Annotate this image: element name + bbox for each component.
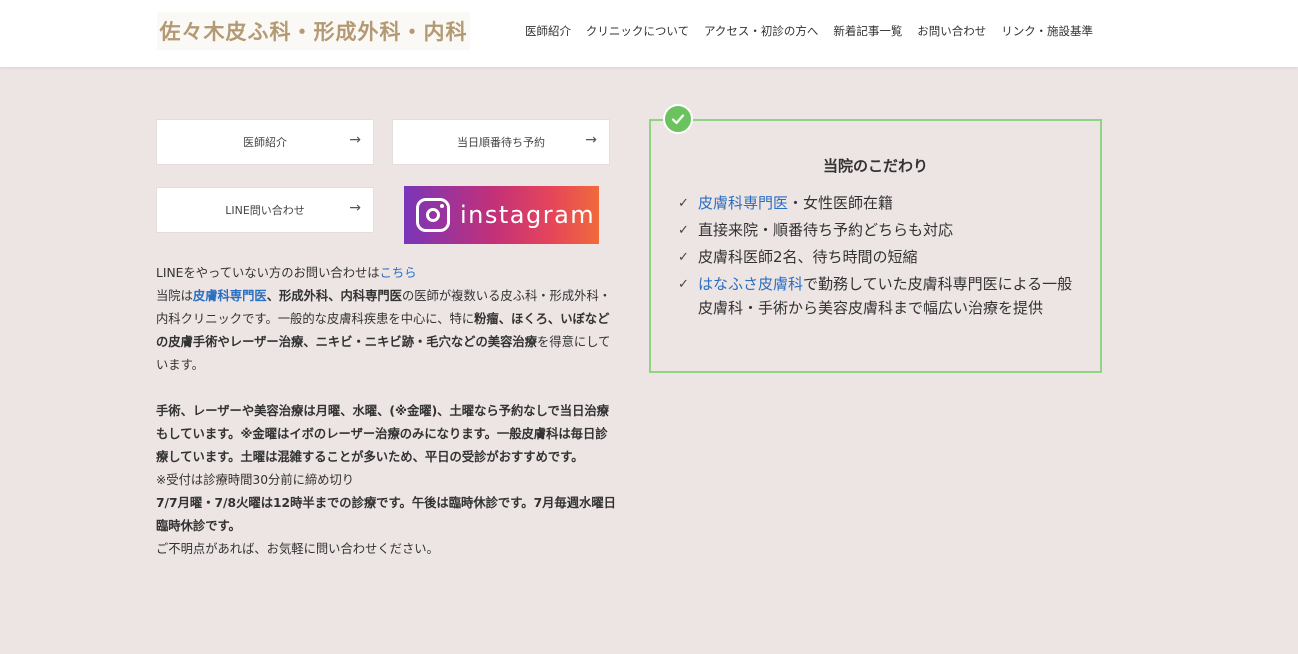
feature-text: 直接来院・順番待ち予約どちらも対応 bbox=[698, 221, 954, 239]
feature-item: ✓ はなふさ皮膚科で勤務していた皮膚科専門医による一般皮膚科・手術から美容皮膚科… bbox=[678, 272, 1078, 320]
arrow-right-icon: → bbox=[585, 132, 597, 148]
line-contact-label: LINE問い合わせ bbox=[225, 204, 305, 217]
line-note-text: LINEをやっていない方のお問い合わせは bbox=[156, 266, 380, 280]
site-header: 佐々木皮ふ科・形成外科・内科 医師紹介 クリニックについて アクセス・初診の方へ… bbox=[0, 0, 1298, 67]
nav-access[interactable]: アクセス・初診の方へ bbox=[704, 23, 818, 39]
intro-bold: 、形成外科、内科専門医 bbox=[266, 289, 402, 303]
feature-item: ✓ 皮膚科医師2名、待ち時間の短縮 bbox=[678, 245, 1078, 269]
arrow-right-icon: → bbox=[349, 132, 361, 148]
nav-new-articles[interactable]: 新着記事一覧 bbox=[833, 23, 902, 39]
nav-doctors[interactable]: 医師紹介 bbox=[525, 23, 571, 39]
instagram-banner[interactable]: instagram bbox=[404, 186, 599, 244]
clinic-description: LINEをやっていない方のお問い合わせはこちら 当院は皮膚科専門医、形成外科、内… bbox=[156, 262, 616, 561]
dermatology-specialist-link[interactable]: 皮膚科専門医 bbox=[193, 289, 267, 303]
nav-contact[interactable]: お問い合わせ bbox=[917, 23, 986, 39]
check-icon: ✓ bbox=[678, 250, 689, 265]
doctor-intro-label: 医師紹介 bbox=[243, 136, 287, 149]
line-contact-button[interactable]: LINE問い合わせ → bbox=[156, 187, 374, 233]
check-icon: ✓ bbox=[678, 196, 689, 211]
nav-about-clinic[interactable]: クリニックについて bbox=[586, 23, 689, 39]
nav-links[interactable]: リンク・施設基準 bbox=[1001, 23, 1093, 39]
check-icon: ✓ bbox=[678, 277, 689, 292]
arrow-right-icon: → bbox=[349, 200, 361, 216]
features-list: ✓ 皮膚科専門医・女性医師在籍 ✓ 直接来院・順番待ち予約どちらも対応 ✓ 皮膚… bbox=[678, 191, 1078, 323]
features-title: 当院のこだわり bbox=[822, 157, 928, 175]
holiday-notice: 7/7月曜・7/8火曜は12時半までの診療です。午後は臨時休診です。7月毎週水曜… bbox=[156, 492, 616, 538]
line-contact-link[interactable]: こちら bbox=[380, 266, 417, 280]
check-badge-icon bbox=[663, 104, 693, 134]
feature-text: ・女性医師在籍 bbox=[788, 194, 894, 212]
reception-note: ※受付は診療時間30分前に締め切り bbox=[156, 473, 355, 487]
clinic-logo[interactable]: 佐々木皮ふ科・形成外科・内科 bbox=[157, 12, 470, 50]
intro-text: 当院は bbox=[156, 289, 193, 303]
treatment-schedule: 手術、レーザーや美容治療は月曜、水曜、(※金曜)、土曜なら予約なしで当日治療もし… bbox=[156, 400, 616, 469]
holiday-notice-text: 7/7月曜・7/8火曜は12時半までの診療です。午後は臨時休診です。7月毎週水曜… bbox=[156, 496, 616, 533]
feature-link[interactable]: 皮膚科専門医 bbox=[698, 194, 788, 212]
feature-text: 皮膚科医師2名、待ち時間の短縮 bbox=[698, 248, 918, 266]
feature-item: ✓ 皮膚科専門医・女性医師在籍 bbox=[678, 191, 1078, 215]
treatment-schedule-text: 手術、レーザーや美容治療は月曜、水曜、(※金曜)、土曜なら予約なしで当日治療もし… bbox=[156, 404, 609, 464]
instagram-label: instagram bbox=[460, 201, 596, 229]
check-icon: ✓ bbox=[678, 223, 689, 238]
intro-paragraph: 当院は皮膚科専門医、形成外科、内科専門医の医師が複数いる皮ふ科・形成外科・内科ク… bbox=[156, 285, 616, 377]
doctor-intro-button[interactable]: 医師紹介 → bbox=[156, 119, 374, 165]
contact-invite: ご不明点があれば、お気軽に問い合わせください。 bbox=[156, 542, 439, 556]
reservation-button[interactable]: 当日順番待ち予約 → bbox=[392, 119, 610, 165]
reservation-label: 当日順番待ち予約 bbox=[457, 136, 545, 149]
feature-link[interactable]: はなふさ皮膚科 bbox=[698, 275, 803, 293]
line-note: LINEをやっていない方のお問い合わせはこちら bbox=[156, 262, 616, 285]
main-nav: 医師紹介 クリニックについて アクセス・初診の方へ 新着記事一覧 お問い合わせ … bbox=[525, 23, 1093, 39]
feature-item: ✓ 直接来院・順番待ち予約どちらも対応 bbox=[678, 218, 1078, 242]
instagram-icon bbox=[416, 198, 450, 232]
